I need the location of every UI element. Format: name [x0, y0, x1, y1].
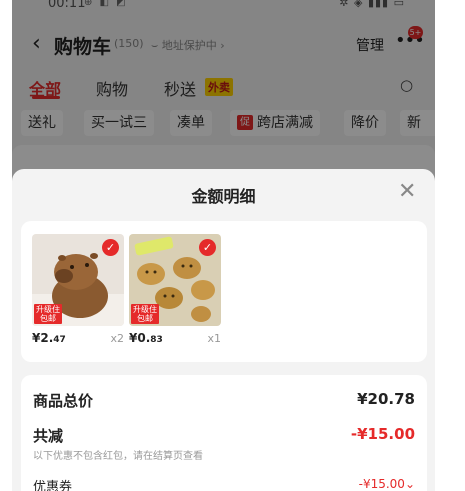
price-decimal: 83: [150, 335, 163, 345]
amount-detail-sheet: 金额明细 ✕ ✓ 升级住 包邮 ¥2.47 x2 ✓ 升级住 包邮 ¥0.83 …: [12, 169, 435, 491]
badge-line: 包邮: [137, 314, 153, 323]
product-quantity: x2: [110, 332, 124, 345]
discount-value: -¥15.00: [350, 425, 415, 443]
product-image: ✓ 升级住 包邮: [32, 234, 124, 326]
product-quantity: x1: [207, 332, 221, 345]
product-price: ¥0.83: [129, 331, 163, 345]
discount-label: 共减: [33, 427, 64, 445]
price-main: ¥0.: [129, 331, 151, 345]
phone-screen: 00:11 ⊕ ◧ ◩ ✲ ◈ ▮▮▮ ▭ ‹ 购物车 (150) ⌣ 地址保护…: [12, 0, 435, 491]
free-shipping-badge: 升级住 包邮: [131, 304, 159, 324]
badge-line: 升级住: [36, 305, 60, 314]
badge-line: 包邮: [40, 314, 56, 323]
free-shipping-badge: 升级住 包邮: [34, 304, 62, 324]
sheet-title: 金额明细: [191, 187, 256, 206]
total-price-value: ¥20.78: [357, 390, 415, 408]
coupon-value[interactable]: -¥15.00⌄: [359, 477, 415, 491]
amount-summary-card: 商品总价 ¥20.78 共减 -¥15.00 以下优惠不包含红包，请在结算页查看…: [21, 375, 427, 491]
coupon-amount: -¥15.00: [358, 477, 405, 491]
discount-note: 以下优惠不包含红包，请在结算页查看: [33, 451, 203, 462]
product-price: ¥2.47: [32, 331, 66, 345]
coupon-label: 优惠券: [33, 480, 73, 491]
total-price-label: 商品总价: [33, 392, 94, 410]
price-decimal: 47: [53, 335, 66, 345]
chevron-down-icon: ⌄: [404, 477, 415, 491]
badge-line: 升级住: [133, 305, 157, 314]
selected-check-icon[interactable]: ✓: [199, 239, 216, 256]
products-card: ✓ 升级住 包邮 ¥2.47 x2 ✓ 升级住 包邮 ¥0.83 x1: [21, 221, 427, 362]
selected-check-icon[interactable]: ✓: [102, 239, 119, 256]
close-icon[interactable]: ✕: [398, 179, 416, 205]
product-image: ✓ 升级住 包邮: [129, 234, 221, 326]
price-main: ¥2.: [32, 331, 54, 345]
